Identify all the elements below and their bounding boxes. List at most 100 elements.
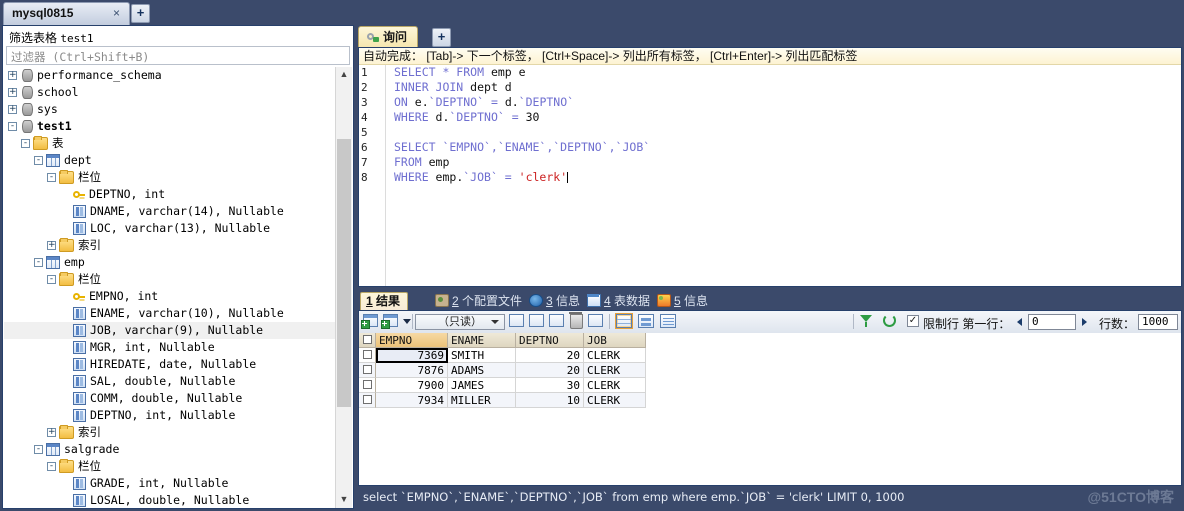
grid-cell[interactable]: 7934 [376, 393, 448, 408]
row-select-checkbox[interactable] [359, 348, 376, 363]
refresh-icon[interactable] [883, 314, 900, 330]
text-view-button[interactable] [660, 314, 677, 330]
chevron-down-icon[interactable] [403, 319, 411, 324]
sql-text[interactable]: SELECT * FROM emp e INNER JOIN dept d ON e… [394, 65, 1181, 185]
row-select-checkbox[interactable] [359, 363, 376, 378]
tab-query[interactable]: 询问 [358, 26, 419, 48]
grid-column-header[interactable]: EMPNO [376, 333, 448, 348]
tree-node[interactable]: - salgrade [4, 441, 338, 458]
result-grid[interactable]: EMPNO ENAME DEPTNO JOB 7369 SMITH 20 CLERK 7876 A… [359, 333, 1181, 485]
tree-node[interactable]: -表 [4, 135, 338, 152]
close-icon[interactable]: × [113, 6, 120, 20]
offset-input[interactable]: 0 [1028, 314, 1076, 330]
collapse-icon[interactable]: - [47, 173, 56, 182]
result-tab-5[interactable]: 5 信息 [652, 292, 715, 311]
row-select-checkbox[interactable] [359, 393, 376, 408]
grid-cell[interactable]: MILLER [448, 393, 516, 408]
grid-cell[interactable]: CLERK [584, 393, 646, 408]
grid-cell[interactable]: SMITH [448, 348, 516, 363]
expand-icon[interactable]: + [47, 428, 56, 437]
collapse-icon[interactable]: - [21, 139, 30, 148]
expand-icon[interactable]: + [8, 88, 17, 97]
result-tab-2[interactable]: 2 个配置文件 [430, 292, 529, 311]
collapse-icon[interactable]: - [34, 258, 43, 267]
expand-icon[interactable]: + [8, 71, 17, 80]
tree-node[interactable]: + performance_schema [4, 67, 338, 84]
tree-node[interactable]: HIREDATE, date, Nullable [4, 356, 338, 373]
delete-button[interactable] [569, 312, 587, 330]
table-row[interactable]: 7900 JAMES 30 CLERK [359, 378, 1181, 393]
grid-cell[interactable]: CLERK [584, 363, 646, 378]
tree-node[interactable]: - dept [4, 152, 338, 169]
grid-cell[interactable]: 10 [516, 393, 584, 408]
rows-count-input[interactable]: 1000 [1138, 314, 1178, 330]
filter-icon[interactable] [860, 314, 877, 330]
select-all-checkbox[interactable] [359, 333, 376, 348]
grid-cell[interactable]: ADAMS [448, 363, 516, 378]
tree-node[interactable]: GRADE, int, Nullable [4, 475, 338, 492]
new-query-tab-button[interactable]: + [432, 28, 451, 47]
tree-node[interactable]: EMPNO, int [4, 288, 338, 305]
table-row[interactable]: 7934 MILLER 10 CLERK [359, 393, 1181, 408]
tree-node[interactable]: COMM, double, Nullable [4, 390, 338, 407]
scroll-down-icon[interactable]: ▼ [336, 492, 352, 508]
sql-code-area[interactable]: 12345678 SELECT * FROM emp e INNER JOIN d… [359, 65, 1181, 286]
grid-cell[interactable]: JAMES [448, 378, 516, 393]
insert-record-button[interactable] [509, 314, 526, 330]
scrollbar-thumb[interactable] [337, 139, 351, 407]
row-select-checkbox[interactable] [359, 378, 376, 393]
grid-column-header[interactable]: DEPTNO [516, 333, 584, 348]
table-row[interactable]: 7876 ADAMS 20 CLERK [359, 363, 1181, 378]
tree-node[interactable]: + 索引 [4, 424, 338, 441]
table-row[interactable]: 7369 SMITH 20 CLERK [359, 348, 1181, 363]
limit-rows-checkbox[interactable]: ✓ [907, 315, 919, 327]
collapse-icon[interactable]: - [34, 445, 43, 454]
connection-tab-mysql0815[interactable]: mysql0815 × [3, 2, 130, 25]
collapse-icon[interactable]: - [8, 122, 17, 131]
scroll-up-icon[interactable]: ▲ [336, 67, 352, 83]
collapse-icon[interactable]: - [47, 275, 56, 284]
result-tab-bar[interactable]: 1 结果 2 个配置文件 3 信息 4 表数据 5 信息 [358, 291, 1182, 328]
tree-node[interactable]: SAL, double, Nullable [4, 373, 338, 390]
tree-node[interactable]: - 栏位 [4, 271, 338, 288]
offset-next-icon[interactable] [1082, 318, 1087, 326]
offset-prev-icon[interactable] [1017, 318, 1022, 326]
tree-node[interactable]: + sys [4, 101, 338, 118]
filter-input[interactable]: 过滤器 (Ctrl+Shift+B) [6, 46, 350, 65]
result-tab-1[interactable]: 1 结果 [360, 292, 410, 328]
cancel-changes-button[interactable] [588, 314, 605, 330]
add-row-button[interactable] [361, 314, 380, 330]
expand-icon[interactable]: + [8, 105, 17, 114]
grid-cell[interactable]: 20 [516, 348, 584, 363]
grid-cell[interactable]: 30 [516, 378, 584, 393]
readonly-mode-select[interactable]: （只读） [415, 314, 505, 330]
tree-node[interactable]: DEPTNO, int, Nullable [4, 407, 338, 424]
grid-cell[interactable]: 7369 [376, 348, 448, 363]
grid-cell[interactable]: CLERK [584, 378, 646, 393]
result-tab-4[interactable]: 4 表数据 [582, 292, 657, 311]
collapse-icon[interactable]: - [47, 462, 56, 471]
tree-node[interactable]: - emp [4, 254, 338, 271]
tree-node[interactable]: JOB, varchar(9), Nullable [4, 322, 338, 339]
save-button[interactable] [549, 314, 566, 330]
collapse-icon[interactable]: - [34, 156, 43, 165]
grid-cell[interactable]: CLERK [584, 348, 646, 363]
tree-node[interactable]: DNAME, varchar(14), Nullable [4, 203, 338, 220]
tree-node[interactable]: LOC, varchar(13), Nullable [4, 220, 338, 237]
copy-row-button[interactable] [381, 314, 400, 330]
tree-node[interactable]: - test1 [4, 118, 338, 135]
grid-column-header[interactable]: JOB [584, 333, 646, 348]
tree-node[interactable]: ENAME, varchar(10), Nullable [4, 305, 338, 322]
grid-cell[interactable]: 7900 [376, 378, 448, 393]
grid-cell[interactable]: 20 [516, 363, 584, 378]
refresh-record-button[interactable] [529, 314, 546, 330]
tree-node[interactable]: - 栏位 [4, 458, 338, 475]
grid-column-header[interactable]: ENAME [448, 333, 516, 348]
tree-node[interactable]: + 索引 [4, 237, 338, 254]
tree-node[interactable]: + school [4, 84, 338, 101]
tree-node[interactable]: - 栏位 [4, 169, 338, 186]
tree-node[interactable]: LOSAL, double, Nullable [4, 492, 338, 508]
new-connection-tab-button[interactable]: + [131, 4, 150, 23]
tree-node[interactable]: DEPTNO, int [4, 186, 338, 203]
expand-icon[interactable]: + [47, 241, 56, 250]
